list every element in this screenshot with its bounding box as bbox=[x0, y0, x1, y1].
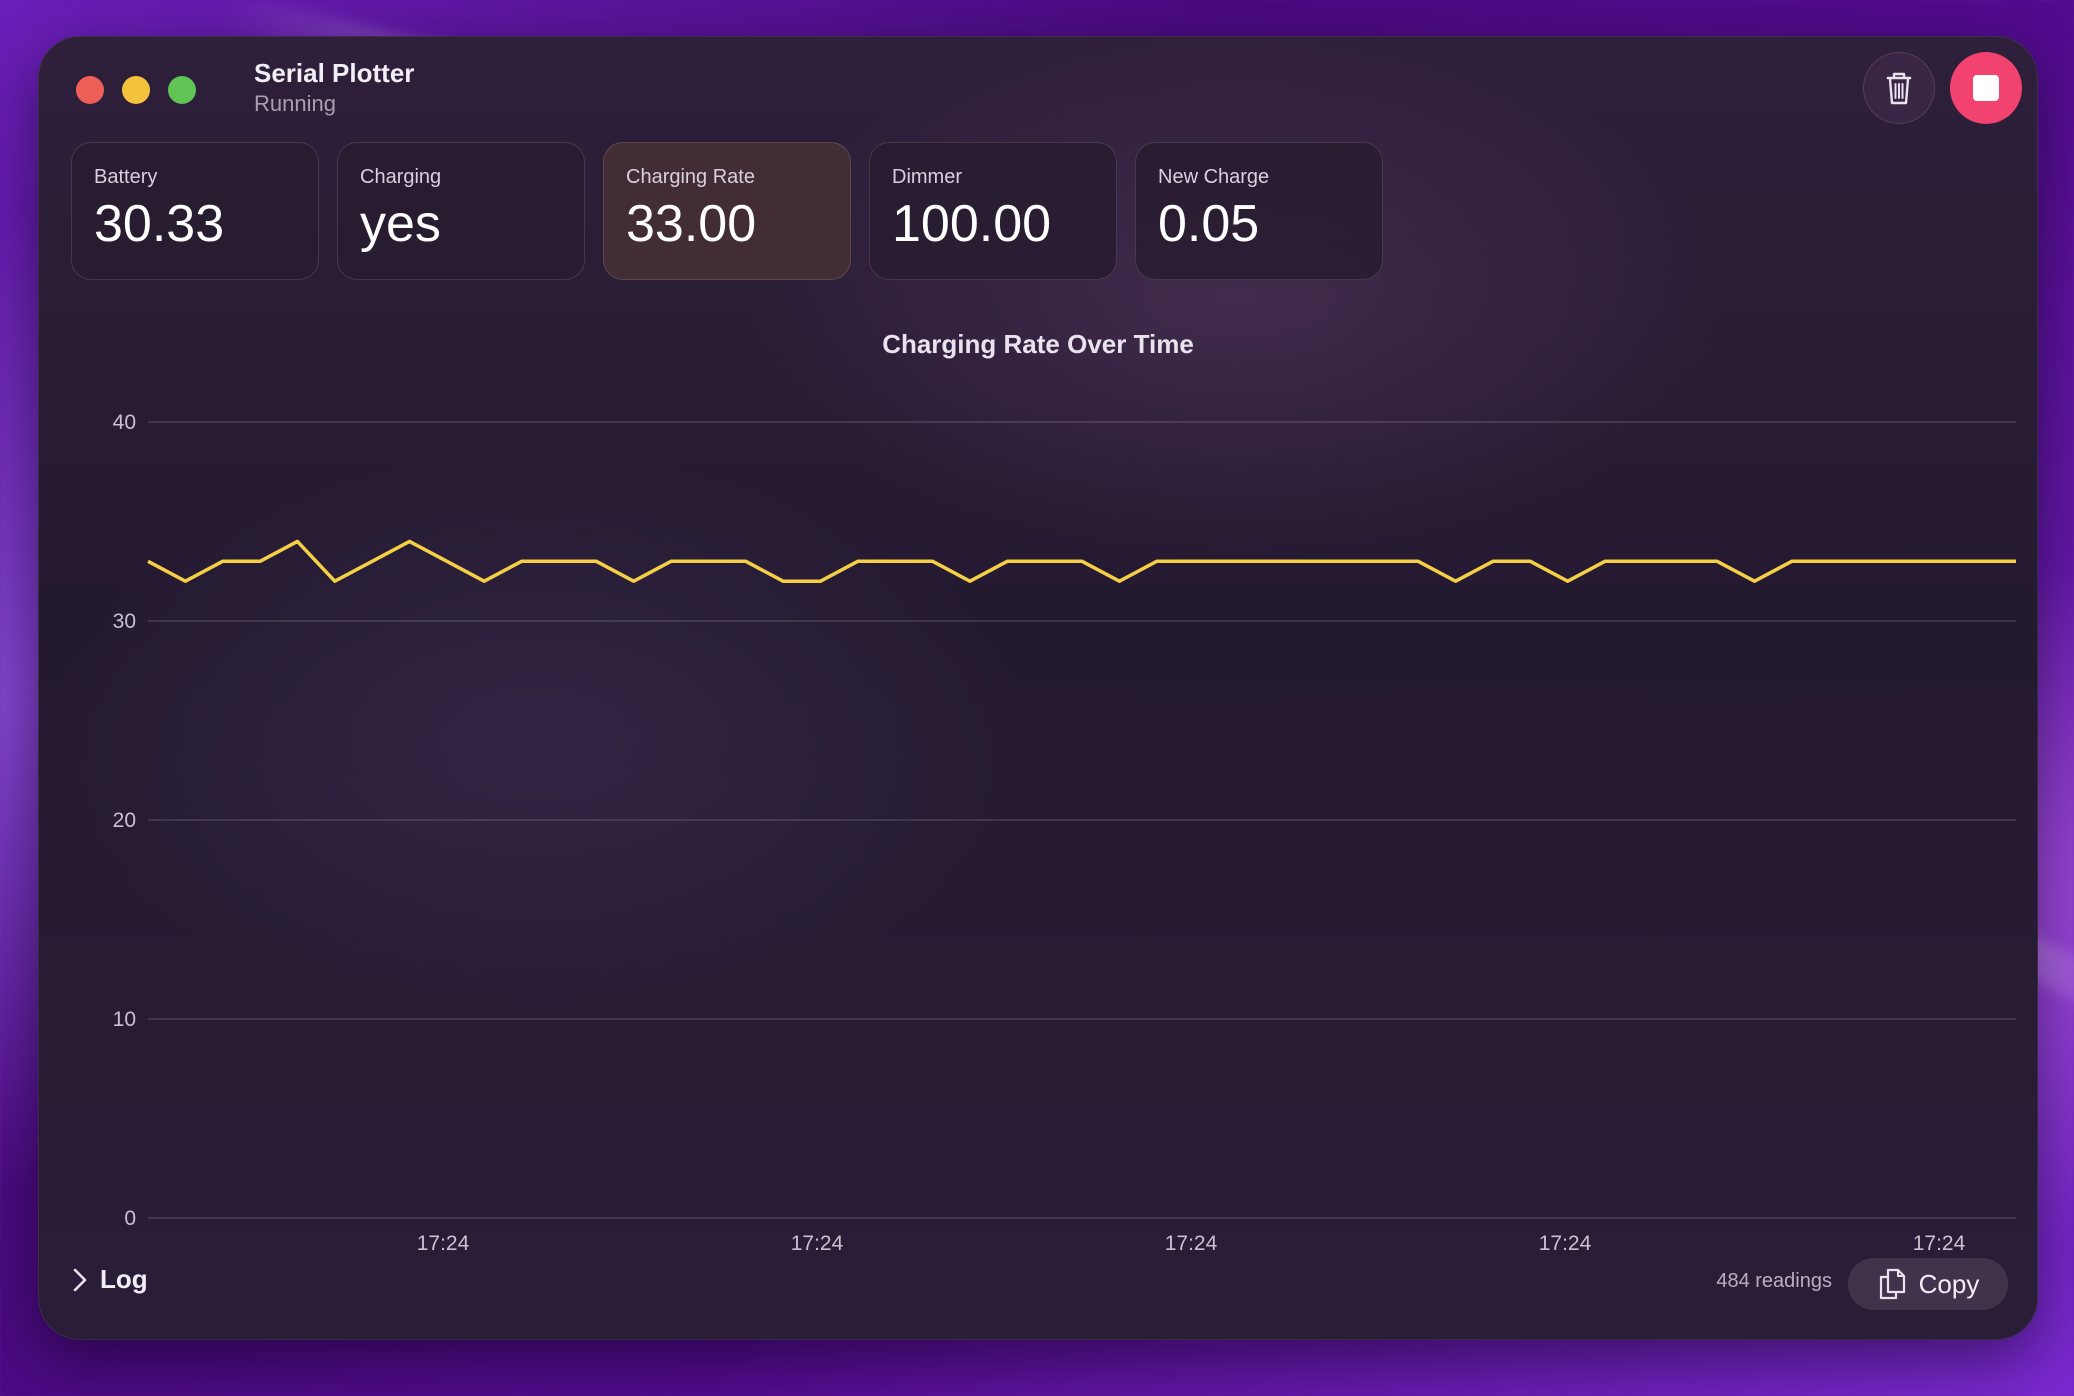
charging-rate-chart: 0 10 20 30 40 17:24 17:24 17:24 17:24 17:24 bbox=[113, 411, 2016, 1255]
x-tick-label: 17:24 bbox=[791, 1232, 844, 1255]
copy-button[interactable]: Copy bbox=[1848, 1258, 2008, 1310]
log-toggle[interactable]: Log bbox=[70, 1264, 148, 1295]
copy-icon bbox=[1879, 1268, 1905, 1300]
x-tick-label: 17:24 bbox=[417, 1232, 470, 1255]
copy-label: Copy bbox=[1918, 1268, 1980, 1299]
x-tick-label: 17:24 bbox=[1539, 1232, 1592, 1255]
serial-plotter-window: Serial Plotter Running Battery 30.33 Cha… bbox=[38, 36, 2038, 1340]
y-tick-label: 30 bbox=[113, 610, 136, 633]
readings-count: 484 readings bbox=[1716, 1270, 1832, 1292]
chevron-right-icon bbox=[73, 1268, 87, 1291]
log-label: Log bbox=[100, 1264, 148, 1294]
charging-rate-series-line bbox=[147, 539, 2016, 583]
y-tick-label: 10 bbox=[113, 1008, 136, 1031]
y-tick-label: 0 bbox=[124, 1207, 136, 1230]
x-tick-label: 17:24 bbox=[1165, 1232, 1218, 1255]
y-tick-label: 20 bbox=[113, 809, 136, 832]
x-tick-label: 17:24 bbox=[1913, 1232, 1966, 1255]
y-tick-label: 40 bbox=[113, 411, 136, 434]
